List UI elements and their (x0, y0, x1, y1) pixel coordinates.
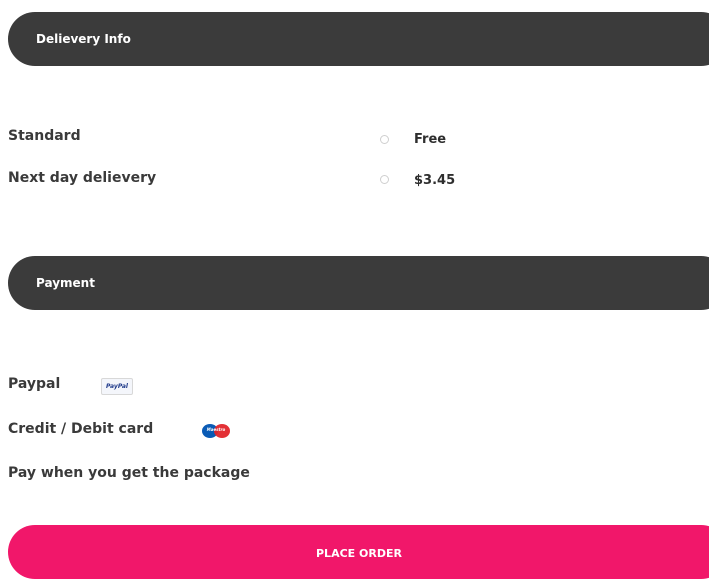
place-order-button[interactable]: PLACE ORDER (8, 525, 709, 579)
delivery-info-header-label: Delievery Info (36, 32, 131, 46)
delivery-option-standard-label: Standard (8, 128, 81, 144)
payment-method-paypal-label[interactable]: Paypal (8, 376, 60, 392)
delivery-info-header: Delievery Info (8, 12, 709, 66)
place-order-button-label: PLACE ORDER (316, 547, 402, 560)
payment-header: Payment (8, 256, 709, 310)
payment-header-label: Payment (36, 276, 95, 290)
delivery-option-standard-radio[interactable] (380, 135, 389, 144)
paypal-badge-text: PayPal (106, 383, 128, 390)
delivery-option-next-day-radio[interactable] (380, 175, 389, 184)
delivery-option-next-day-price: $3.45 (414, 173, 456, 188)
payment-method-on-delivery-label[interactable]: Pay when you get the package (8, 465, 250, 481)
paypal-icon: PayPal (101, 378, 133, 395)
maestro-badge-text: Maestro (206, 427, 226, 432)
delivery-option-standard-price: Free (414, 132, 447, 147)
delivery-option-next-day-label: Next day delievery (8, 170, 157, 186)
maestro-card-icon: Maestro (200, 422, 232, 440)
payment-method-card-label[interactable]: Credit / Debit card (8, 421, 153, 437)
